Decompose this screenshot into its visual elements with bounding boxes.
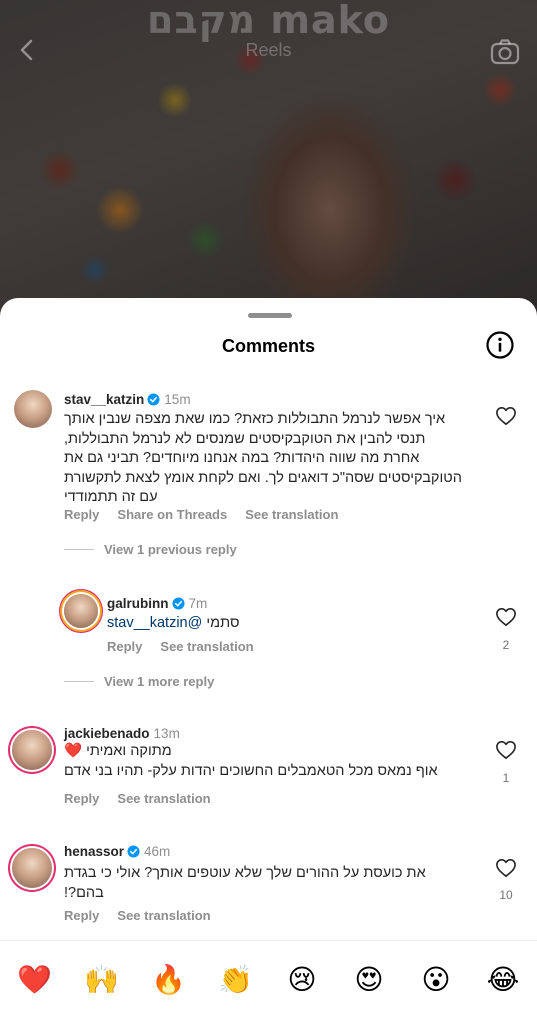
share-on-threads-button[interactable]: Share on Threads <box>117 507 227 522</box>
comment-actions: Reply See translation <box>107 639 272 654</box>
see-translation-button[interactable]: See translation <box>160 639 253 654</box>
comment-username[interactable]: jackiebenado 13m <box>64 726 180 741</box>
reply-thread-line <box>64 681 94 682</box>
verified-badge-icon <box>147 393 160 406</box>
reply-thread-line <box>64 549 94 550</box>
like-count: 10 <box>499 888 513 902</box>
emoji-fire[interactable]: 🔥 <box>151 963 186 997</box>
comment-username[interactable]: stav__katzin 15m <box>64 392 191 407</box>
view-replies-button[interactable]: View 1 more reply <box>64 674 214 689</box>
comment-timestamp: 15m <box>164 392 191 407</box>
comment-timestamp: 7m <box>188 596 208 611</box>
emoji-red-heart[interactable]: ❤️ <box>17 963 52 997</box>
comment-username[interactable]: henassor 46m <box>64 844 170 859</box>
verified-badge-icon <box>171 597 185 610</box>
mention-link[interactable]: @stav__katzin <box>107 615 202 631</box>
heart-outline-icon[interactable] <box>495 740 517 760</box>
comment-timestamp: 13m <box>153 726 180 741</box>
see-translation-button[interactable]: See translation <box>117 791 210 806</box>
emoji-heart-eyes[interactable]: 😍 <box>352 963 386 997</box>
reply-button[interactable]: Reply <box>64 908 99 923</box>
emoji-reaction-bar: ❤️ 🙌 🔥 👏 😢 😍 😮 😂 <box>0 940 537 1013</box>
sheet-drag-handle[interactable] <box>248 313 292 318</box>
sheet-title: Comments <box>221 336 315 356</box>
comment-timestamp: 46m <box>144 844 171 859</box>
comments-sheet: Comments stav__katzin 15m איך אפשר לנרמל … <box>0 298 537 1012</box>
like-count: 2 <box>502 638 510 652</box>
comment-actions: Reply See translation <box>64 791 229 806</box>
avatar[interactable] <box>12 730 52 770</box>
avatar[interactable] <box>64 594 98 628</box>
comment-body: סתמי <box>206 615 240 631</box>
comment-username[interactable]: galrubinn 7m <box>107 596 207 611</box>
heart-outline-icon[interactable] <box>495 858 517 878</box>
verified-badge-icon <box>127 845 140 858</box>
comment-actions: Reply Share on Threads See translation <box>64 507 356 522</box>
back-arrow-icon[interactable] <box>14 36 42 64</box>
emoji-surprised-face[interactable]: 😮 <box>419 963 453 997</box>
info-icon[interactable] <box>485 330 515 360</box>
reels-title: Reels <box>245 40 292 60</box>
heart-outline-icon[interactable] <box>495 406 517 426</box>
emoji-tears-of-joy[interactable]: 😂 <box>486 963 520 997</box>
comment-text: איך אפשר לנרמל התבוללות כזאת? כמו שאת מצ… <box>64 411 462 505</box>
comment-actions: Reply See translation <box>64 908 229 923</box>
reply-button[interactable]: Reply <box>64 791 99 806</box>
see-translation-button[interactable]: See translation <box>245 507 338 522</box>
brand-logo: mako מקבם <box>147 0 390 42</box>
see-translation-button[interactable]: See translation <box>117 908 210 923</box>
comment-text: את כועסת על ההורים שלך שלא עוטפים אותך? … <box>64 865 426 901</box>
avatar[interactable] <box>14 390 52 428</box>
emoji-clapping-hands[interactable]: 👏 <box>218 963 253 997</box>
comment-text: מתוקה ואמיתי ❤️ אוף נמאס מכל הטאמבלים הח… <box>64 743 438 779</box>
view-replies-button[interactable]: View 1 previous reply <box>64 542 237 557</box>
avatar[interactable] <box>12 848 52 888</box>
reply-button[interactable]: Reply <box>64 507 99 522</box>
comment-text: סתמי @stav__katzin <box>107 614 247 634</box>
emoji-raised-hands[interactable]: 🙌 <box>84 963 119 997</box>
heart-outline-icon[interactable] <box>495 607 517 627</box>
emoji-crying-face[interactable]: 😢 <box>285 963 319 997</box>
camera-icon[interactable] <box>489 36 521 68</box>
like-count: 1 <box>502 771 510 785</box>
reply-button[interactable]: Reply <box>107 639 142 654</box>
